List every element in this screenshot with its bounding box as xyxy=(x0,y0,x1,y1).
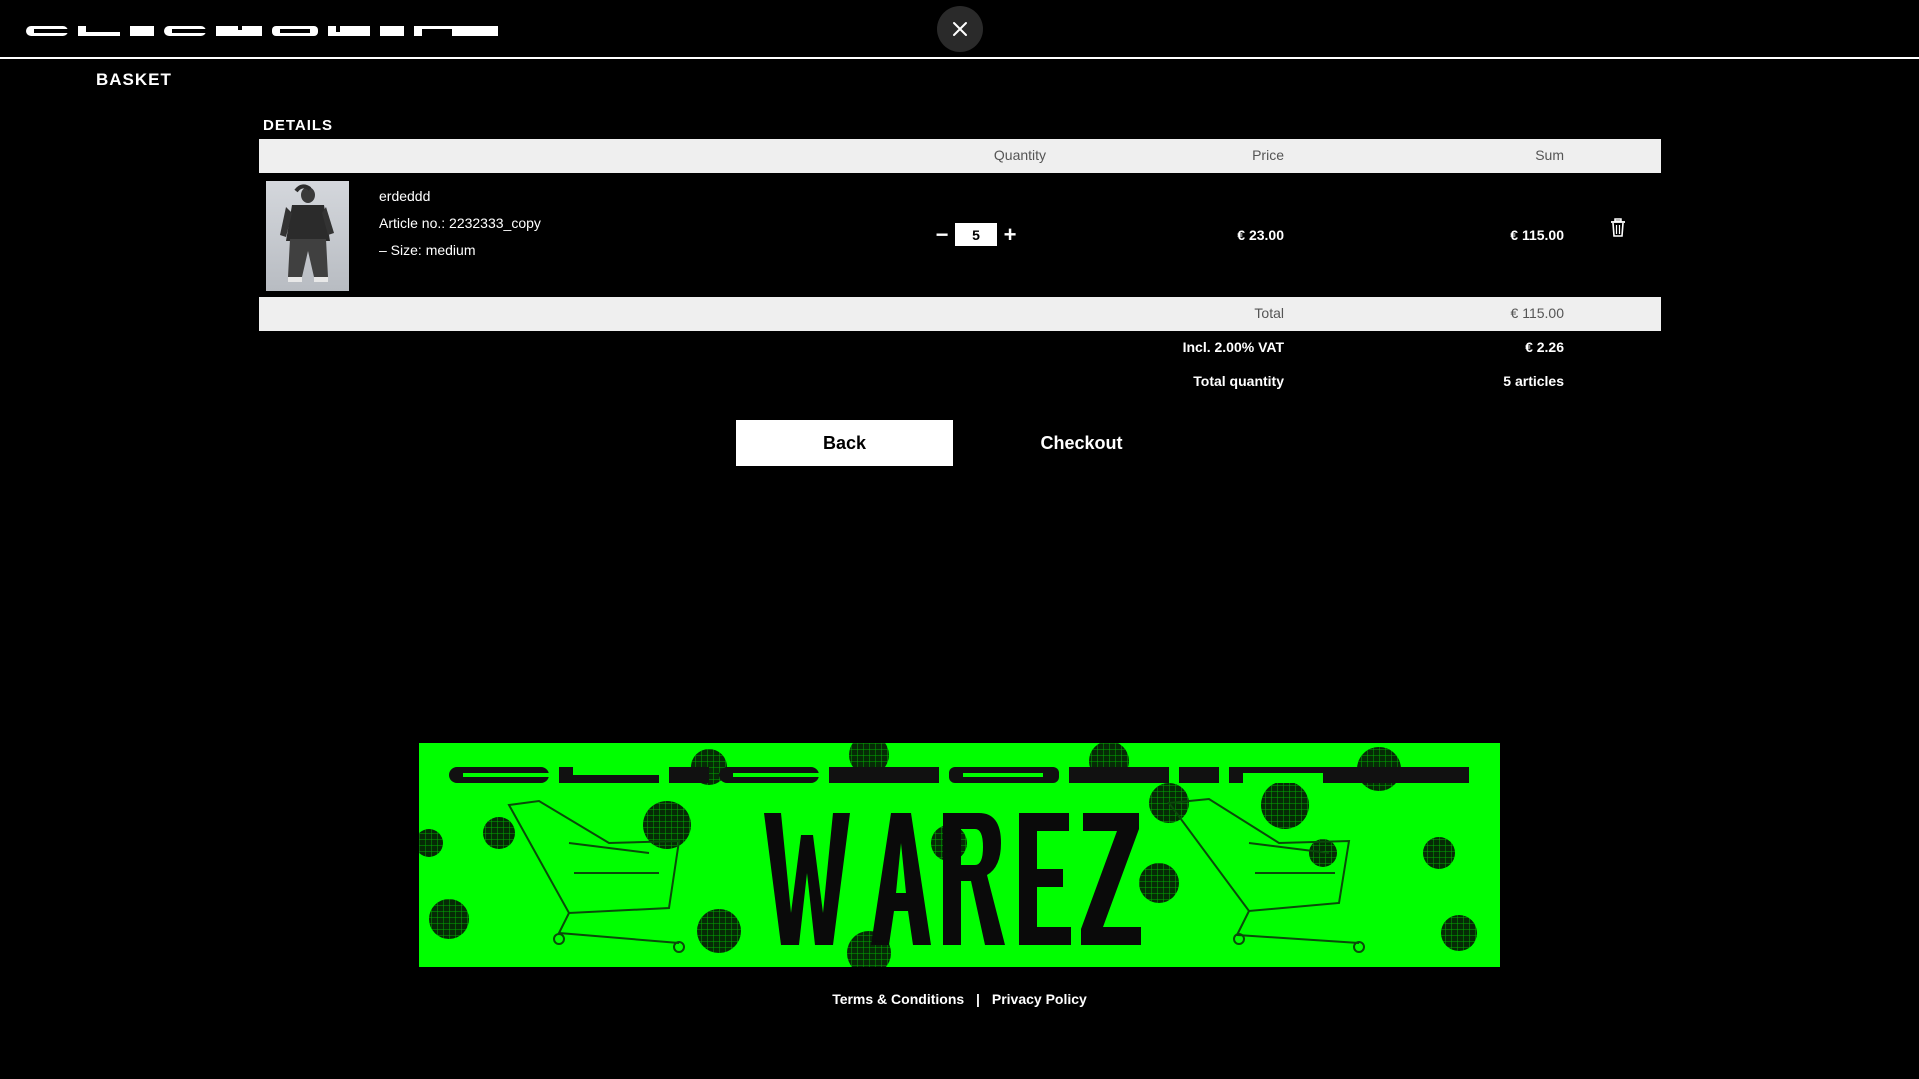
item-price: € 23.00 xyxy=(1237,227,1284,243)
product-info: erdeddd Article no.: 2232333_copy – Size… xyxy=(379,183,541,264)
back-button[interactable]: Back xyxy=(736,420,953,466)
site-header xyxy=(0,0,1919,59)
quantity-column-header: Quantity xyxy=(993,147,1047,163)
close-icon xyxy=(953,22,967,36)
sum-column-header: Sum xyxy=(1535,147,1564,163)
price-column-header: Price xyxy=(1252,147,1284,163)
page-title: BASKET xyxy=(96,70,172,89)
quantity-input[interactable] xyxy=(955,223,997,246)
decrease-quantity-button[interactable]: − xyxy=(935,223,949,246)
warez-banner[interactable] xyxy=(419,743,1500,967)
basket-item-row: erdeddd Article no.: 2232333_copy – Size… xyxy=(259,173,1661,297)
total-quantity-label: Total quantity xyxy=(1193,373,1284,389)
quantity-stepper: − + xyxy=(935,223,1017,246)
basket-summary: Incl. 2.00% VAT € 2.26 Total quantity 5 … xyxy=(259,331,1661,399)
total-bar: Total € 115.00 xyxy=(259,297,1661,331)
checkout-button[interactable]: Checkout xyxy=(993,420,1170,466)
table-header: Quantity Price Sum xyxy=(259,139,1661,173)
trash-icon[interactable] xyxy=(1610,218,1626,238)
item-sum: € 115.00 xyxy=(1510,227,1564,243)
clickb4it-logo[interactable] xyxy=(26,22,498,40)
footer-separator: | xyxy=(976,991,980,1007)
total-label: Total xyxy=(1254,305,1284,321)
details-title: DETAILS xyxy=(263,117,334,134)
basket-table: Quantity Price Sum erdeddd Article no.: … xyxy=(259,139,1661,399)
privacy-link[interactable]: Privacy Policy xyxy=(992,991,1087,1007)
article-number: Article no.: 2232333_copy xyxy=(379,215,541,231)
vat-label: Incl. 2.00% VAT xyxy=(1182,339,1284,355)
total-value: € 115.00 xyxy=(1510,305,1564,321)
total-quantity-value: 5 articles xyxy=(1503,373,1564,389)
product-size: – Size: medium xyxy=(379,242,476,258)
page: BASKET DETAILS Quantity Price Sum erdedd… xyxy=(0,0,1919,1079)
basket-actions: Back Checkout xyxy=(736,420,1170,466)
vat-value: € 2.26 xyxy=(1525,339,1564,355)
close-button[interactable] xyxy=(937,6,983,52)
product-name[interactable]: erdeddd xyxy=(379,183,541,210)
increase-quantity-button[interactable]: + xyxy=(1003,223,1017,246)
site-footer: Terms & Conditions | Privacy Policy xyxy=(0,991,1919,1007)
terms-link[interactable]: Terms & Conditions xyxy=(832,991,964,1007)
product-thumbnail[interactable] xyxy=(266,181,349,291)
